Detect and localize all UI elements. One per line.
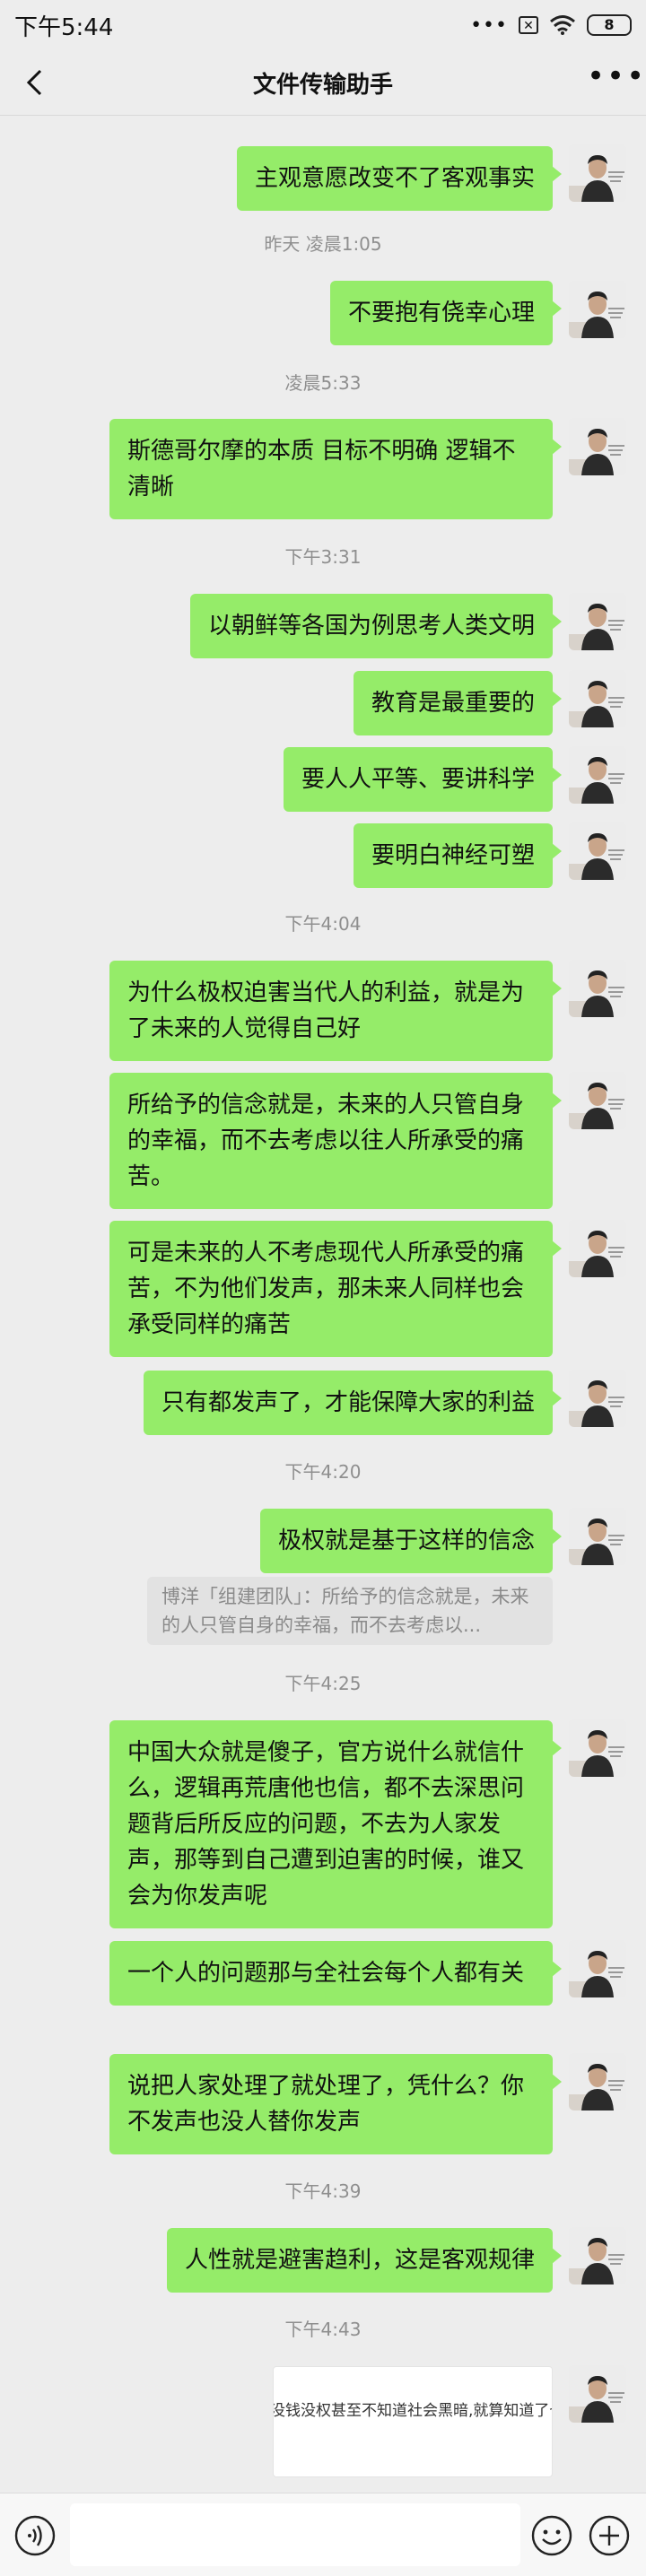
avatar[interactable] (569, 2053, 626, 2110)
message-bubble[interactable]: 只有都发声了，才能保障大家的利益 (143, 1371, 563, 1435)
timestamp: 下午4:43 (284, 2319, 362, 2340)
message-bubble[interactable]: 主观意愿改变不了客观事实 (236, 146, 563, 211)
plus-icon[interactable] (589, 2515, 630, 2556)
message-bubble[interactable]: 要明白神经可塑 (353, 823, 563, 888)
message-bubble[interactable]: 要人人平等、要讲科学 (283, 747, 563, 812)
avatar[interactable] (569, 144, 626, 202)
avatar[interactable] (569, 281, 626, 338)
avatar[interactable] (569, 960, 626, 1017)
input-bar (0, 2493, 646, 2576)
message-bubble[interactable]: 不要抱有侥幸心理 (329, 281, 563, 345)
message-bubble[interactable]: 以朝鲜等各国为例思考人类文明 (189, 594, 563, 658)
status-bar: 下午5:44 ••• ✕ 8 (0, 0, 646, 50)
message-bubble[interactable]: 可是未来的人不考虑现代人所承受的痛苦，不为他们发声，那未来人同样也会承受同样的痛… (109, 1221, 562, 1357)
quoted-message[interactable]: 博洋「组建团队」：所给予的信念就是，未来的人只管自身的幸福，而不去考虑以... (147, 1577, 553, 1645)
battery-icon: 8 (587, 14, 632, 36)
notification-dots-icon: ••• (470, 13, 508, 37)
avatar[interactable] (569, 670, 626, 727)
message-bubble[interactable]: 说把人家处理了就处理了，凭什么？你不发声也没人替你发声 (109, 2054, 562, 2154)
timestamp: 下午4:20 (284, 1461, 362, 1483)
message-bubble[interactable]: 极权就是基于这样的信念 (259, 1509, 563, 1573)
timestamp: 下午4:39 (284, 2180, 362, 2202)
image-message-text: 没钱没权甚至不知道社会黑暗,就算知道了也 (273, 2402, 553, 2420)
message-bubble[interactable]: 所给予的信念就是，未来的人只管自身的幸福，而不去考虑以往人所承受的痛苦。 (109, 1073, 562, 1209)
timestamp: 凌晨5:33 (284, 372, 362, 394)
avatar[interactable] (569, 1072, 626, 1129)
timestamp: 下午4:25 (284, 1673, 362, 1694)
chevron-left-icon[interactable] (20, 66, 52, 99)
avatar[interactable] (569, 2227, 626, 2284)
more-dots-icon[interactable]: ••• (587, 61, 644, 99)
timestamp: 昨天 凌晨1:05 (264, 233, 382, 255)
wifi-icon (550, 15, 575, 35)
nav-bar: 文件传输助手 ••• (0, 50, 646, 116)
message-bubble[interactable]: 教育是最重要的 (353, 671, 563, 735)
message-input[interactable] (70, 2503, 520, 2566)
status-icons: ••• ✕ 8 (470, 14, 632, 37)
avatar[interactable] (569, 1508, 626, 1565)
message-bubble[interactable]: 中国大众就是傻子，官方说什么就信什么，逻辑再荒唐他也信，都不去深思问题背后所反应… (109, 1720, 562, 1928)
message-bubble[interactable]: 人性就是避害趋利，这是客观规律 (166, 2228, 563, 2293)
avatar[interactable] (569, 1370, 626, 1427)
page-title: 文件传输助手 (252, 71, 393, 99)
message-bubble[interactable]: 斯德哥尔摩的本质 目标不明确 逻辑不清晰 (109, 419, 562, 519)
timestamp: 下午4:04 (284, 913, 362, 935)
avatar[interactable] (569, 746, 626, 804)
message-bubble[interactable]: 一个人的问题那与全社会每个人都有关 (109, 1941, 562, 2006)
no-sim-icon: ✕ (519, 16, 538, 34)
timestamp: 下午3:31 (284, 546, 362, 568)
avatar[interactable] (569, 1220, 626, 1277)
chat-message-list[interactable]: 主观意愿改变不了客观事实 昨天 凌晨1:05 不要抱有侥幸心理 凌晨5:33 斯… (0, 116, 646, 2493)
avatar[interactable] (569, 1719, 626, 1777)
voice-icon[interactable] (14, 2515, 56, 2556)
emoji-icon[interactable] (531, 2515, 572, 2556)
status-time: 下午5:44 (14, 13, 114, 41)
image-message[interactable]: 没钱没权甚至不知道社会黑暗,就算知道了也 (273, 2366, 553, 2477)
avatar[interactable] (569, 1940, 626, 1997)
avatar[interactable] (569, 418, 626, 475)
avatar[interactable] (569, 2365, 626, 2423)
avatar[interactable] (569, 593, 626, 650)
message-bubble[interactable]: 为什么极权迫害当代人的利益，就是为了未来的人觉得自己好 (109, 961, 562, 1061)
avatar[interactable] (569, 822, 626, 880)
